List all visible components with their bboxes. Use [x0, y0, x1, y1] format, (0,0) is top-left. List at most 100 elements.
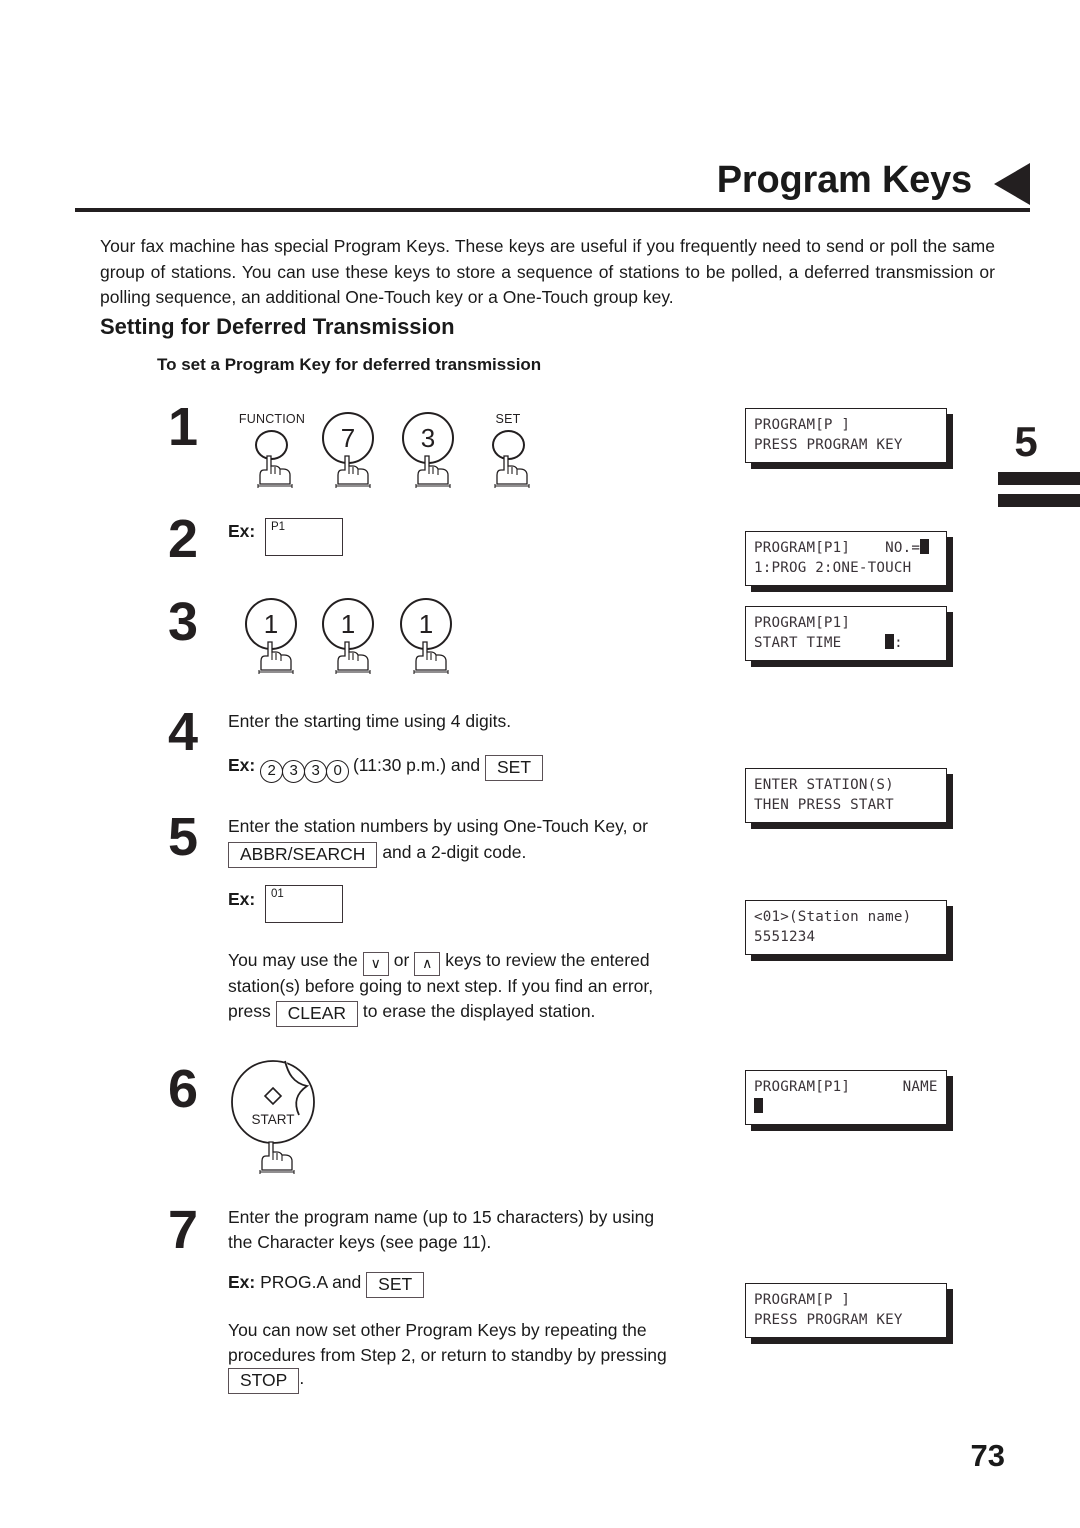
lcd-3-line-1: PROGRAM[P1] — [754, 615, 851, 631]
pressing-hand-icon — [413, 641, 449, 674]
step4-instruction: Enter the starting time using 4 digits. — [228, 711, 512, 731]
lcd-display-7: PROGRAM[P ] PRESS PROGRAM KEY — [745, 1283, 947, 1338]
lcd-display-3: PROGRAM[P1] START TIME : — [745, 606, 947, 661]
clear-key-button[interactable]: CLEAR — [275, 1001, 359, 1027]
block-cursor — [920, 539, 930, 554]
pressing-hand-icon — [258, 641, 294, 674]
lcd-display-1: PROGRAM[P ] PRESS PROGRAM KEY — [745, 408, 947, 463]
lcd-3-line-2-colon: : — [894, 635, 903, 651]
step4-time-note: (11:30 p.m.) and — [352, 755, 481, 775]
intro-paragraph: Your fax machine has special Program Key… — [100, 236, 995, 307]
circled-digit-3b: 3 — [304, 760, 328, 783]
step5-note-b: keys to review the entered — [445, 950, 650, 970]
lcd-display-4: ENTER STATION(S) THEN PRESS START — [745, 768, 947, 823]
key-caption-function: FUNCTION — [238, 412, 306, 426]
one-touch-key-01[interactable]: 01 — [265, 885, 343, 923]
step-number-2: 2 — [168, 509, 199, 569]
lcd-5-line-2: 5551234 — [754, 929, 816, 945]
lcd-7-line-2: PRESS PROGRAM KEY — [754, 1312, 903, 1328]
step5-ex-label: Ex: — [228, 889, 256, 909]
step7-ex-label: Ex: — [228, 1272, 256, 1292]
start-key-shape[interactable]: START — [228, 1058, 318, 1150]
step7-instruction-line1: Enter the program name (up to 15 charact… — [228, 1207, 655, 1227]
step7-example: Ex: PROG.A and SET — [228, 1270, 698, 1298]
block-cursor — [754, 1098, 763, 1113]
key-caption-set: SET — [495, 412, 521, 426]
step5-note-or: or — [393, 950, 410, 970]
lcd-6-line-2 — [754, 1097, 939, 1117]
step4-ex-label: Ex: — [228, 755, 256, 775]
closing-period: . — [299, 1368, 305, 1388]
lcd-1-line-1: PROGRAM[P ] — [754, 417, 851, 433]
lcd-display-5: <01>(Station name) 5551234 — [745, 900, 947, 955]
lcd-display-2: PROGRAM[P1] NO.= 1:PROG 2:ONE-TOUCH — [745, 531, 947, 586]
up-arrow-key-button[interactable]: ∧ — [414, 952, 441, 976]
header-divider — [75, 208, 1030, 212]
abbr-search-key-button[interactable]: ABBR/SEARCH — [228, 842, 378, 868]
one-touch-key-p1-label: P1 — [271, 521, 286, 533]
pressing-hand-icon — [494, 455, 530, 488]
left-triangle-icon — [994, 163, 1030, 205]
pressing-hand-icon — [335, 641, 371, 674]
one-touch-key-01-label: 01 — [271, 888, 284, 900]
chapter-number: 5 — [1014, 418, 1038, 465]
chapter-tab: 5 — [980, 420, 1080, 507]
step5-note-d: press — [228, 1001, 271, 1021]
closing-line1: You can now set other Program Keys by re… — [228, 1320, 647, 1340]
step5-note-line1: You may use the ∨ or ∧ keys to review th… — [228, 948, 708, 976]
lcd-4-line-2: THEN PRESS START — [754, 797, 894, 813]
step5-instruction-line1: Enter the station numbers by using One-T… — [228, 816, 648, 836]
lcd-3-line-2-label: START TIME — [754, 635, 886, 651]
circled-digit-0: 0 — [326, 760, 350, 783]
one-touch-key-p1[interactable]: P1 — [265, 518, 343, 556]
step5-line2-tail: and a 2-digit code. — [382, 842, 527, 862]
lcd-6-line-1: PROGRAM[P1] NAME — [754, 1079, 938, 1095]
block-cursor — [885, 634, 895, 649]
set-key-button[interactable]: SET — [484, 755, 544, 781]
lcd-display-6: PROGRAM[P1] NAME — [745, 1070, 947, 1125]
circled-digit-3a: 3 — [282, 760, 306, 783]
start-key-label: START — [251, 1112, 294, 1127]
step-number-7: 7 — [168, 1200, 199, 1260]
step5-note-line3: press CLEAR to erase the displayed stati… — [228, 999, 708, 1027]
lcd-4-line-1: ENTER STATION(S) — [754, 777, 894, 793]
step5-instruction-line2: ABBR/SEARCH and a 2-digit code. — [228, 840, 708, 868]
circled-digit-2: 2 — [260, 760, 284, 783]
lcd-5-line-1: <01>(Station name) — [754, 909, 912, 925]
step5-note-a: You may use the — [228, 950, 358, 970]
lcd-1-line-2: PRESS PROGRAM KEY — [754, 437, 903, 453]
pressing-hand-icon — [259, 1141, 295, 1174]
lcd-2-line-1-text: PROGRAM[P1] NO.= — [754, 540, 921, 556]
lcd-3-line-2: START TIME : — [754, 633, 939, 653]
set-key-button[interactable]: SET — [366, 1272, 425, 1298]
page-number: 73 — [970, 1438, 1005, 1473]
pressing-hand-icon — [257, 455, 293, 488]
section-heading: Setting for Deferred Transmission — [100, 314, 455, 339]
stop-key-button[interactable]: STOP — [228, 1368, 300, 1394]
step7-instruction-line2: the Character keys (see page 11). — [228, 1232, 492, 1252]
step6-start-key[interactable]: START — [228, 1058, 318, 1174]
lcd-2-line-2: 1:PROG 2:ONE-TOUCH — [754, 560, 912, 576]
step2-ex-label: Ex: — [228, 521, 256, 541]
step7-ex-value: PROG.A and — [260, 1272, 362, 1292]
step4-example: Ex: 2330 (11:30 p.m.) and SET — [228, 753, 698, 783]
step-number-5: 5 — [168, 807, 199, 867]
pressing-hand-icon — [335, 455, 371, 488]
pressing-hand-icon — [415, 455, 451, 488]
lcd-2-line-1: PROGRAM[P1] NO.= — [754, 538, 939, 558]
lcd-7-line-1: PROGRAM[P ] — [754, 1292, 851, 1308]
chapter-bar-top — [998, 472, 1080, 485]
step-number-1: 1 — [168, 397, 199, 457]
chapter-bar-bottom — [998, 494, 1080, 507]
down-arrow-key-button[interactable]: ∨ — [362, 952, 389, 976]
step-number-3: 3 — [168, 592, 199, 652]
step5-note-line2: station(s) before going to next step. If… — [228, 976, 654, 996]
step5-note-e: to erase the displayed station. — [362, 1001, 596, 1021]
closing-line2: procedures from Step 2, or return to sta… — [228, 1345, 667, 1365]
sub-heading: To set a Program Key for deferred transm… — [157, 355, 542, 374]
page-title: Program Keys — [716, 159, 972, 201]
step-number-4: 4 — [168, 702, 199, 762]
page-header: Program Keys — [75, 150, 1030, 212]
step-number-6: 6 — [168, 1059, 199, 1119]
closing-line3: STOP. — [228, 1366, 528, 1394]
